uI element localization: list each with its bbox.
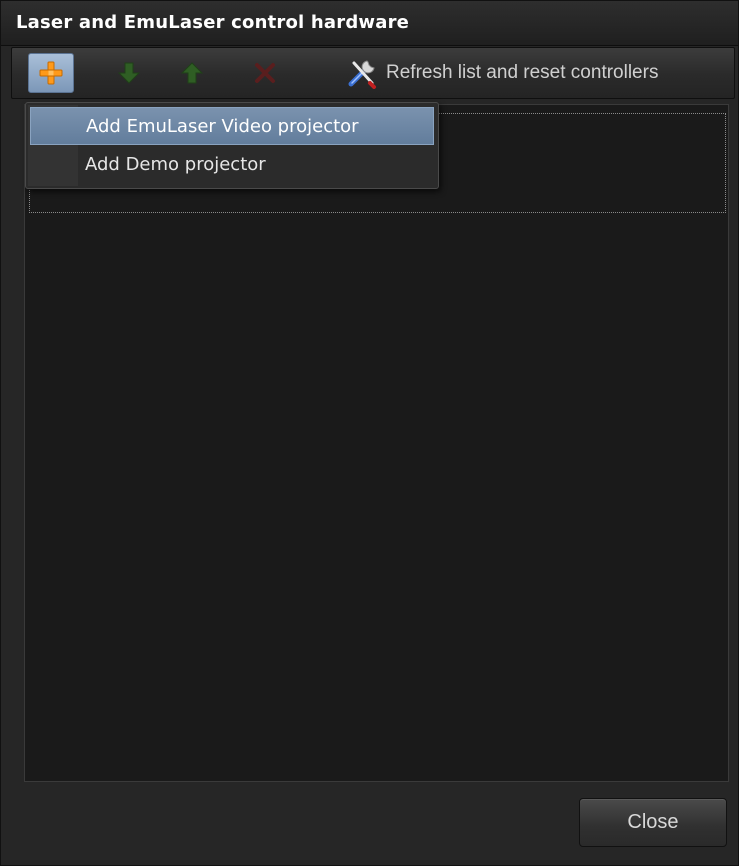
x-icon <box>255 63 275 83</box>
tools-icon <box>348 60 376 89</box>
title-bar[interactable]: Laser and EmuLaser control hardware <box>1 1 738 46</box>
arrow-up-icon <box>180 62 204 84</box>
menu-item-add-emulaser-video-projector[interactable]: Add EmuLaser Video projector <box>30 107 434 145</box>
laser-hardware-dialog: Laser and EmuLaser control hardware Refr… <box>0 0 739 866</box>
move-down-button[interactable] <box>106 53 152 93</box>
menu-item-add-demo-projector[interactable]: Add Demo projector <box>30 146 434 184</box>
remove-device-button[interactable] <box>242 53 288 93</box>
refresh-label: Refresh list and reset controllers <box>386 62 659 83</box>
add-device-menu: Add EmuLaser Video projector Add Demo pr… <box>25 102 439 189</box>
plus-icon <box>39 61 63 85</box>
add-device-button[interactable] <box>28 53 74 93</box>
menu-item-label: Add EmuLaser Video projector <box>86 116 359 137</box>
move-up-button[interactable] <box>169 53 215 93</box>
refresh-button[interactable]: Refresh list and reset controllers <box>346 57 658 89</box>
close-button[interactable]: Close <box>579 798 727 847</box>
close-button-label: Close <box>627 811 679 833</box>
arrow-down-icon <box>117 62 141 84</box>
menu-item-label: Add Demo projector <box>85 154 266 175</box>
window-title: Laser and EmuLaser control hardware <box>16 12 410 33</box>
toolbar: Refresh list and reset controllers <box>11 47 735 99</box>
